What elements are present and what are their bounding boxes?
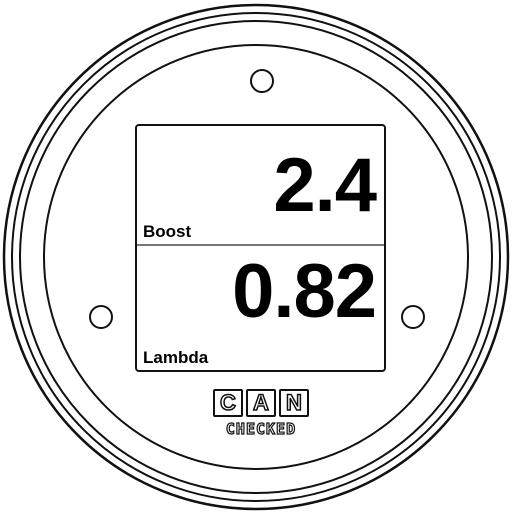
logo-letter-boxes: C A N [207,389,315,417]
boost-value: 2.4 [273,143,377,228]
logo-letter-a: A [246,389,276,417]
mount-hole-top [250,69,274,93]
display-screen: 2.4 Boost 0.82 Lambda [135,124,386,372]
logo-letter-c: C [213,389,243,417]
lambda-value: 0.82 [232,249,377,334]
logo-letter-n: N [279,389,309,417]
lambda-label: Lambda [143,348,209,367]
mount-hole-left [89,305,113,329]
can-checked-logo: C A N CHECKED [207,389,315,445]
logo-subtitle: CHECKED [225,419,297,438]
boost-label: Boost [143,222,192,241]
readout-divider [137,244,384,246]
mount-hole-right [401,305,425,329]
